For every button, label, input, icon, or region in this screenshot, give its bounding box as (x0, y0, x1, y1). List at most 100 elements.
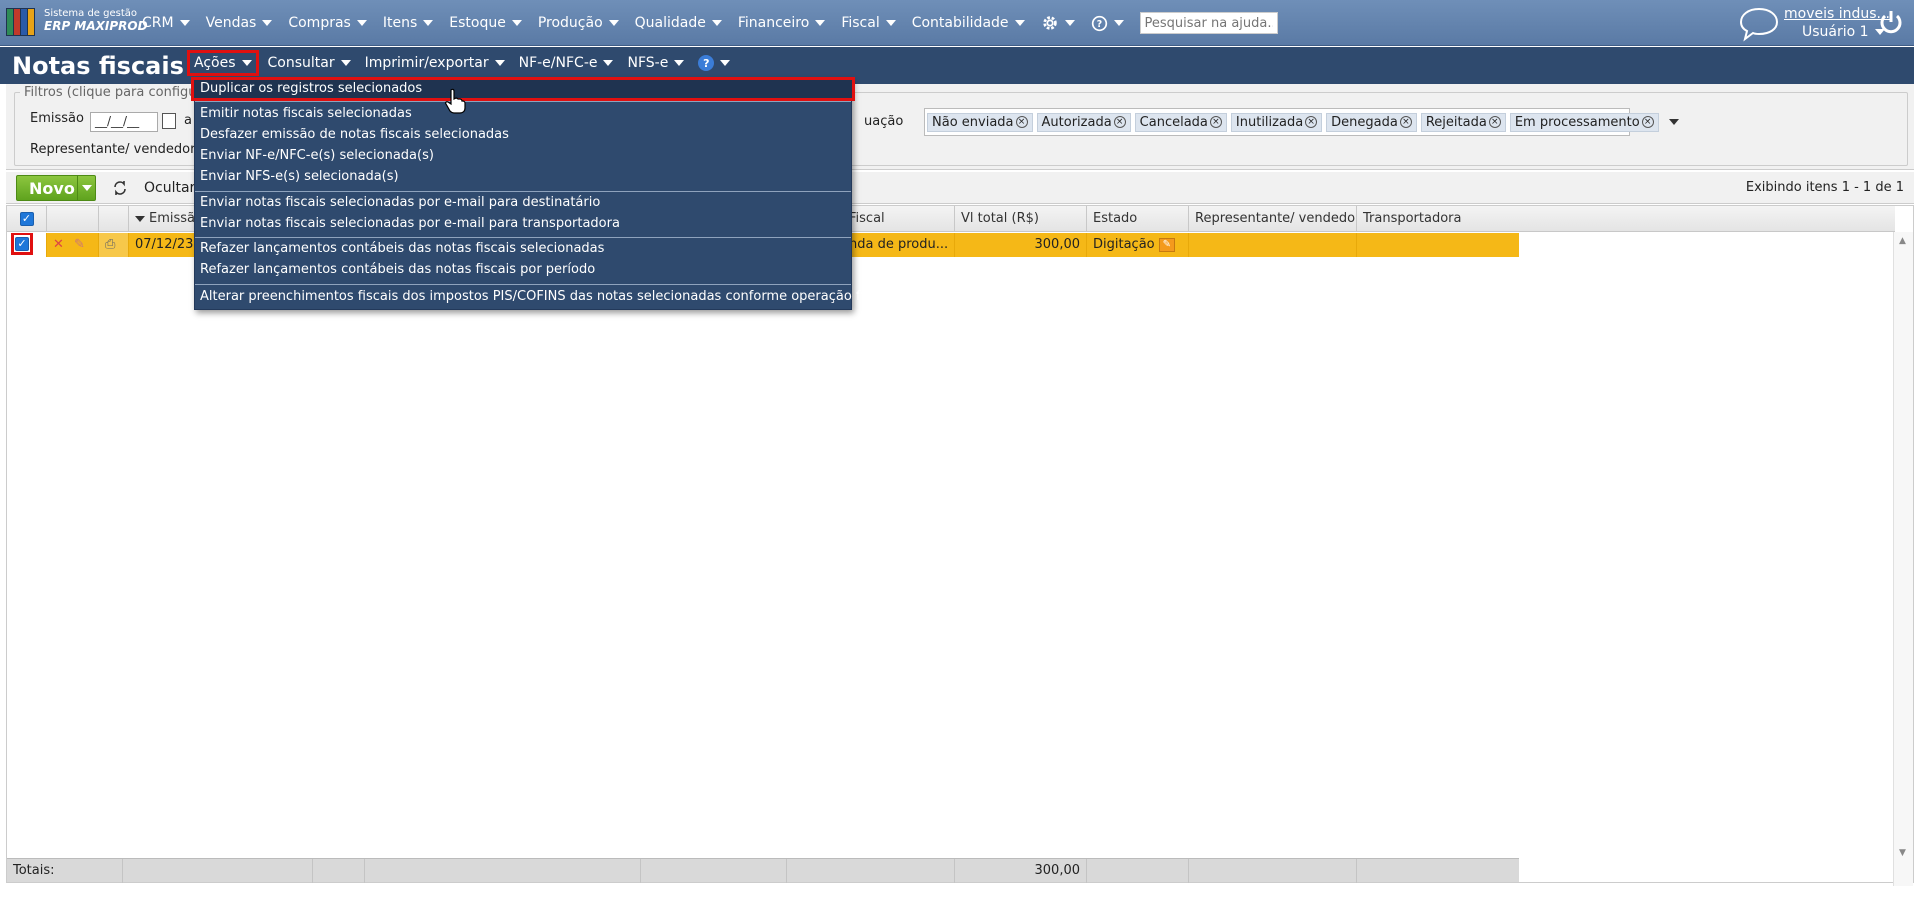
chip-cancelada[interactable]: Cancelada × (1134, 112, 1227, 132)
col-operacao-fiscal[interactable]: Fiscal (843, 206, 955, 232)
menu-nfe-nfce[interactable]: NF-e/NFC-e (519, 55, 614, 71)
close-icon[interactable]: × (1015, 116, 1028, 128)
nav-compras[interactable]: Compras (288, 15, 367, 31)
delete-icon[interactable]: ✕ (53, 237, 64, 252)
nav-estoque[interactable]: Estoque (449, 15, 522, 31)
select-all-header[interactable]: ✓ (7, 206, 47, 232)
calendar-icon[interactable] (162, 113, 176, 129)
nav-crm[interactable]: CRM (142, 15, 190, 31)
edit-pencil-icon[interactable]: ✎ (74, 237, 85, 252)
close-icon[interactable]: × (1113, 116, 1126, 128)
close-icon[interactable]: × (1305, 116, 1318, 128)
menu-item-alterar-pis-cofins[interactable]: Alterar preenchimentos fiscais dos impos… (195, 287, 890, 307)
refresh-icon[interactable] (112, 180, 128, 196)
chat-bubble-icon[interactable] (1738, 6, 1780, 42)
menu-item-enviar-nfse[interactable]: Enviar NFS-e(s) selecionada(s) (195, 167, 851, 187)
menu-imprimir-exportar[interactable]: Imprimir/exportar (365, 55, 505, 71)
user-menu[interactable]: Usuário 1 (1802, 24, 1885, 40)
menu-item-desfazer-emissao[interactable]: Desfazer emissão de notas fiscais seleci… (195, 125, 851, 145)
nav-contabilidade[interactable]: Contabilidade (912, 15, 1025, 31)
chevron-down-icon (356, 20, 367, 26)
select-all-checkbox[interactable]: ✓ (19, 211, 34, 226)
chip-denegada[interactable]: Denegada × (1326, 112, 1417, 132)
col-vl-total[interactable]: Vl total (R$) (955, 206, 1087, 232)
help-menu[interactable]: ? (1091, 15, 1124, 32)
logo-line1: Sistema de gestão (44, 8, 138, 19)
emissao-from-input[interactable]: __/__/__ (90, 112, 158, 132)
nav-itens[interactable]: Itens (383, 15, 434, 31)
printer-icon[interactable]: ⎙ (105, 237, 115, 252)
totals-row: Totais: 300,00 (7, 858, 1519, 883)
help-search-input[interactable] (1139, 12, 1278, 34)
close-icon[interactable]: × (1399, 116, 1412, 128)
totals-empty-cell (1189, 859, 1357, 883)
nav-producao[interactable]: Produção (538, 15, 619, 31)
chevron-down-icon (815, 20, 826, 26)
edit-state-icon[interactable]: ✎ (1158, 237, 1175, 252)
totals-empty-cell (123, 859, 313, 883)
nav-qualidade[interactable]: Qualidade (635, 15, 722, 31)
erp-logo-icon[interactable] (6, 8, 36, 36)
col-estado[interactable]: Estado (1087, 206, 1189, 232)
representante-label: Representante/ vendedor (30, 142, 196, 157)
filters-legend[interactable]: Filtros (clique para configu (20, 85, 201, 100)
novo-button[interactable]: Novo (16, 175, 96, 201)
paging-info: Exibindo itens 1 - 1 de 1 (1745, 180, 1904, 195)
chevron-down-icon (720, 60, 731, 66)
vertical-scrollbar[interactable]: ▲ ▼ (1893, 232, 1913, 886)
close-icon[interactable]: × (1488, 116, 1501, 128)
chevron-down-icon (179, 20, 190, 26)
help-icon: ? (698, 55, 715, 71)
novo-dropdown-toggle[interactable] (77, 176, 95, 200)
chip-nao-enviada[interactable]: Não enviada × (927, 112, 1033, 132)
sort-desc-icon (135, 216, 145, 222)
menu-separator (195, 284, 851, 285)
close-icon[interactable]: × (1209, 116, 1222, 128)
menu-separator (195, 101, 851, 102)
menu-item-emitir[interactable]: Emitir notas fiscais selecionadas (195, 104, 851, 124)
scroll-up-icon[interactable]: ▲ (1899, 236, 1906, 246)
row-checkbox[interactable]: ✓ (15, 236, 29, 251)
menu-item-duplicar[interactable]: Duplicar os registros selecionados (191, 77, 855, 101)
chevron-down-icon (608, 20, 619, 26)
menu-help[interactable]: ? (698, 55, 731, 71)
row-select-cell[interactable]: ✓ (7, 233, 47, 257)
chip-rejeitada[interactable]: Rejeitada × (1420, 112, 1506, 132)
chevron-down-icon (1113, 20, 1124, 26)
chip-inutilizada[interactable]: Inutilizada × (1230, 112, 1323, 132)
menu-nfse[interactable]: NFS-e (627, 55, 685, 71)
chevron-down-icon[interactable] (1668, 119, 1679, 125)
chip-em-processamento[interactable]: Em processamento × (1509, 112, 1659, 132)
settings-menu[interactable] (1041, 14, 1075, 32)
emissao-to-label: a (184, 113, 192, 128)
company-link[interactable]: moveis indus... (1784, 6, 1890, 22)
row-actions-cell: ✕ ✎ (47, 233, 99, 257)
chip-autorizada[interactable]: Autorizada × (1036, 112, 1131, 132)
menu-item-refazer-selecionadas[interactable]: Refazer lançamentos contábeis das notas … (195, 239, 851, 259)
chevron-down-icon (885, 20, 896, 26)
ocultar-button[interactable]: Ocultar (144, 180, 195, 196)
scroll-down-icon[interactable]: ▼ (1899, 848, 1906, 858)
situacao-chips[interactable]: Não enviada × Autorizada × Cancelada × Inut… (924, 108, 1679, 136)
menu-item-refazer-periodo[interactable]: Refazer lançamentos contábeis das notas … (195, 260, 851, 280)
menu-item-enviar-nfe[interactable]: Enviar NF-e/NFC-e(s) selecionada(s) (195, 146, 851, 166)
power-icon[interactable] (1878, 8, 1904, 36)
col-transportadora[interactable]: Transportadora (1357, 206, 1895, 232)
nav-vendas[interactable]: Vendas (206, 15, 273, 31)
chevron-down-icon (674, 60, 685, 66)
svg-text:?: ? (1096, 18, 1101, 29)
nav-fiscal[interactable]: Fiscal (841, 15, 896, 31)
menu-acoes[interactable]: Ações (187, 50, 259, 76)
page-title: Notas fiscais (12, 52, 184, 80)
nav-financeiro[interactable]: Financeiro (738, 15, 826, 31)
chevron-down-icon (603, 60, 614, 66)
totals-value: 300,00 (955, 859, 1087, 883)
totals-empty-cell (1087, 859, 1189, 883)
menu-item-email-transportadora[interactable]: Enviar notas fiscais selecionadas por e-… (195, 214, 851, 234)
menu-consultar[interactable]: Consultar (268, 55, 351, 71)
col-emissao[interactable]: Emissão (129, 206, 201, 232)
col-representante[interactable]: Representante/ vendedor (1189, 206, 1357, 232)
close-icon[interactable]: × (1641, 116, 1654, 128)
top-navigation-bar: Sistema de gestão ERP MAXIPROD CRM Venda… (0, 0, 1914, 46)
menu-item-email-destinatario[interactable]: Enviar notas fiscais selecionadas por e-… (195, 193, 851, 213)
